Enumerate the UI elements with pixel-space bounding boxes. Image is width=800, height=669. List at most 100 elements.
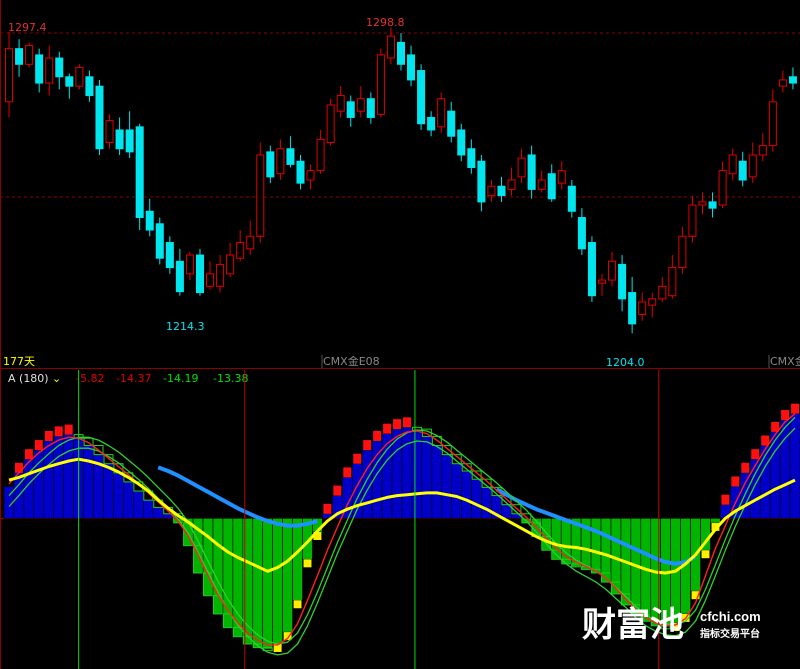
candle-body (587, 242, 596, 297)
candle-body (145, 210, 154, 231)
contract-label-right: CMX金 (770, 354, 800, 368)
candle-body (728, 154, 737, 175)
indicator-bar (272, 518, 283, 645)
candle-body (718, 170, 727, 206)
contract-label: CMX金E08 (323, 354, 380, 368)
indicator-bar (481, 487, 492, 519)
indicator-bar (590, 518, 602, 574)
indicator-bar (789, 413, 800, 519)
indicator-bar (401, 427, 413, 519)
candle-body (396, 41, 406, 65)
candle-body (517, 157, 526, 178)
candle-body (326, 104, 335, 143)
candle-body (437, 98, 446, 128)
candle-body (497, 185, 506, 197)
rise-marker (791, 403, 800, 414)
candle-body (316, 138, 325, 172)
indicator-bar (292, 518, 303, 601)
indicator-bar (83, 445, 94, 519)
candle-body (427, 116, 436, 131)
candle-body (527, 154, 536, 190)
indicator-bar (43, 440, 55, 519)
candle-body (688, 204, 697, 237)
rise-marker (14, 462, 23, 473)
recover-marker (303, 559, 312, 568)
indicator-bar (441, 454, 453, 519)
candle-body (125, 129, 134, 153)
candle-body (457, 129, 466, 156)
candle-body (55, 57, 64, 78)
low-label-2: 1204.0 (606, 356, 645, 369)
rise-marker (323, 503, 332, 514)
rise-marker (343, 467, 352, 478)
candle-body (115, 129, 124, 150)
candle-body (778, 79, 787, 87)
indicator-bar (252, 518, 264, 648)
rise-marker (731, 476, 740, 487)
indicator-bar (152, 507, 164, 519)
indicator-bar (133, 490, 144, 519)
indicator-bar (113, 472, 124, 519)
candle-body (597, 279, 607, 284)
candle-body (628, 292, 637, 325)
candle-body (296, 160, 305, 184)
indicator-bar (461, 470, 472, 519)
candle-body (135, 126, 144, 219)
candle-body (15, 48, 24, 65)
high-label-2: 1298.8 (366, 16, 405, 29)
candle-body (105, 120, 114, 143)
candle-body (276, 148, 285, 175)
rise-marker (363, 440, 372, 451)
candle-body (487, 185, 496, 197)
rise-marker (403, 417, 411, 428)
candle-body (658, 285, 667, 300)
candle-body (246, 235, 255, 250)
indicator-title: A (180) (8, 372, 49, 385)
candle-body (467, 148, 476, 168)
watermark-sub: 指标交易平台 (700, 627, 760, 640)
candle-body (155, 223, 164, 259)
candle-body (537, 179, 546, 190)
candle-body (85, 76, 94, 97)
candle-body (35, 54, 44, 84)
candle-body (618, 263, 627, 300)
rise-marker (373, 430, 382, 441)
indicator-bar (471, 478, 482, 519)
candle-body (638, 301, 647, 315)
candle-body (768, 101, 777, 147)
rise-marker (393, 419, 402, 430)
candle-body (286, 148, 295, 165)
indicator-bar (262, 518, 273, 650)
recover-marker (701, 550, 710, 559)
candle-body (45, 57, 54, 84)
candle-body (678, 235, 687, 269)
candle-body (376, 54, 385, 115)
indicator-bar (421, 436, 433, 519)
candle-body (185, 254, 194, 275)
indicator-bar (123, 481, 134, 519)
indicator-value-2: -14.37 (116, 372, 151, 385)
rise-marker (781, 410, 790, 421)
candle-body (346, 101, 355, 118)
indicator-value-1: -5.82 (76, 372, 104, 385)
candle-body (226, 254, 235, 275)
candle-body (216, 263, 225, 287)
candle-body (507, 179, 516, 190)
candle-body (477, 160, 486, 203)
watermark-en: cfchi.com (700, 609, 761, 624)
high-label: 1297.4 (8, 21, 47, 34)
candle-body (758, 145, 767, 156)
indicator-title-suffix: ⌄ (52, 372, 61, 385)
candle-body (5, 48, 14, 103)
candle-body (748, 154, 757, 178)
candle-body (356, 98, 365, 112)
candle-body (65, 76, 74, 87)
rise-marker (721, 494, 730, 505)
candle-body (788, 76, 797, 84)
period-label: 177天 (3, 355, 35, 368)
candle-body (175, 260, 184, 293)
indicator-bar (143, 499, 154, 519)
recover-marker (293, 600, 302, 609)
watermark-cn: 财富池 (582, 605, 684, 645)
candle-body (336, 95, 345, 112)
